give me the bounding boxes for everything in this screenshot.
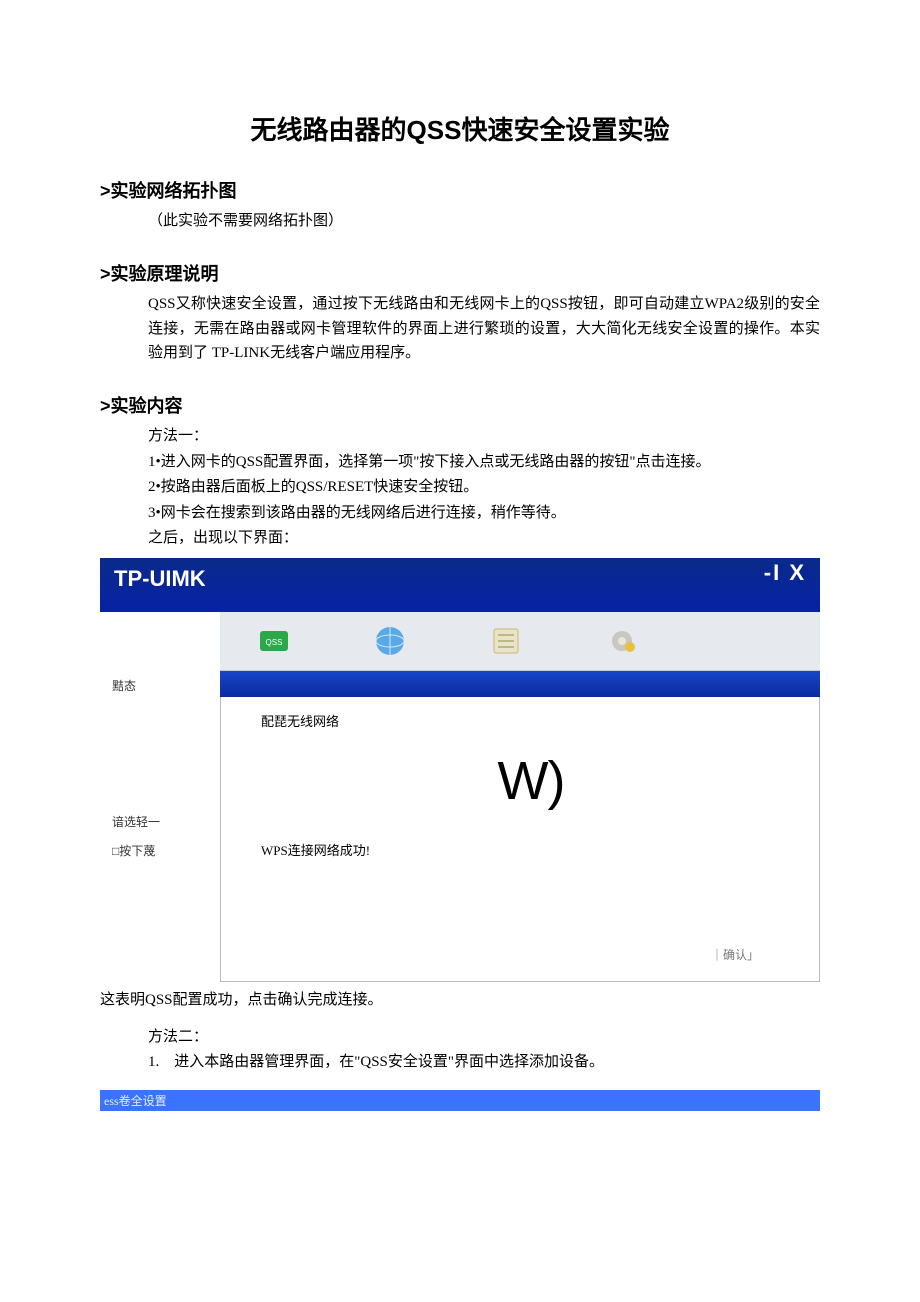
confirm-button[interactable]: ｜确认」 — [711, 946, 759, 963]
sidebar-item-c[interactable]: □按下蔑 — [100, 837, 220, 866]
svg-text:QSS: QSS — [266, 638, 283, 647]
sidebar-item-a[interactable]: 黠态 — [100, 672, 220, 701]
app-panel: 配琵无线网络 W) WPS连接网络成功! ｜确认」 — [220, 697, 820, 982]
sidebar-item-b[interactable]: 谙选轻一 — [100, 808, 220, 837]
post-app-line: 这表明QSS配置成功，点击确认完成连接。 — [100, 988, 820, 1009]
method2-label: 方法二： — [148, 1025, 820, 1051]
panel-title: 配琵无线网络 — [261, 711, 801, 730]
section-head-principle: >实验原理说明 — [100, 260, 820, 286]
section-head-topology: >实验网络拓扑图 — [100, 177, 820, 203]
document-page: 无线路由器的QSS快速安全设置实验 >实验网络拓扑图 （此实验不需要网络拓扑图）… — [0, 0, 920, 1302]
method2-block: 方法二： 1. 进入本路由器管理界面，在"QSS安全设置"界面中选择添加设备。 — [100, 1025, 820, 1076]
gear-icon[interactable] — [604, 623, 640, 659]
qss-settings-bar: ess卷全设置 — [100, 1090, 820, 1111]
app-body: 黠态 谙选轻一 □按下蔑 QSS — [100, 612, 820, 982]
principle-body: QSS又称快速安全设置，通过按下无线路由和无线网卡上的QSS按钮，即可自动建立W… — [100, 292, 820, 366]
app-window: -I X TP-UIMK 黠态 谙选轻一 □按下蔑 QSS — [100, 558, 820, 982]
section-head-label: >实验内容 — [100, 396, 183, 416]
page-title: 无线路由器的QSS快速安全设置实验 — [100, 110, 820, 147]
section-head-label: >实验原理说明 — [100, 264, 219, 284]
window-buttons[interactable]: -I X — [764, 560, 806, 586]
method1-label: 方法一： — [148, 424, 820, 450]
app-sidebar: 黠态 谙选轻一 □按下蔑 — [100, 612, 220, 982]
app-toolbar: QSS — [220, 612, 820, 671]
panel-big-w: W) — [261, 750, 801, 812]
method1-step2: 2•按路由器后面板上的QSS/RESET快速安全按钮。 — [148, 475, 820, 501]
section-head-content: >实验内容 — [100, 392, 820, 418]
method1-block: 方法一： 1•进入网卡的QSS配置界面，选择第一项"按下接入点或无线路由器的按钮… — [100, 424, 820, 552]
method1-step4: 之后，出现以下界面： — [148, 526, 820, 552]
method2-step1: 1. 进入本路由器管理界面，在"QSS安全设置"界面中选择添加设备。 — [148, 1050, 820, 1076]
app-brand: TP-UIMK — [114, 566, 806, 592]
topology-note: （此实验不需要网络拓扑图） — [100, 209, 820, 234]
app-main: QSS 配琵无线网络 W) WPS连接网络成功! — [220, 612, 820, 982]
app-tab-strip — [220, 671, 820, 697]
list-icon[interactable] — [488, 623, 524, 659]
qss-icon[interactable]: QSS — [256, 623, 292, 659]
panel-success-msg: WPS连接网络成功! — [261, 840, 801, 859]
section-head-label: >实验网络拓扑图 — [100, 181, 237, 201]
app-titlebar: -I X TP-UIMK — [100, 558, 820, 612]
method1-step1: 1•进入网卡的QSS配置界面，选择第一项"按下接入点或无线路由器的按钮"点击连接… — [148, 450, 820, 476]
method1-step3: 3•网卡会在搜索到该路由器的无线网络后进行连接，稍作等待。 — [148, 501, 820, 527]
globe-icon[interactable] — [372, 623, 408, 659]
